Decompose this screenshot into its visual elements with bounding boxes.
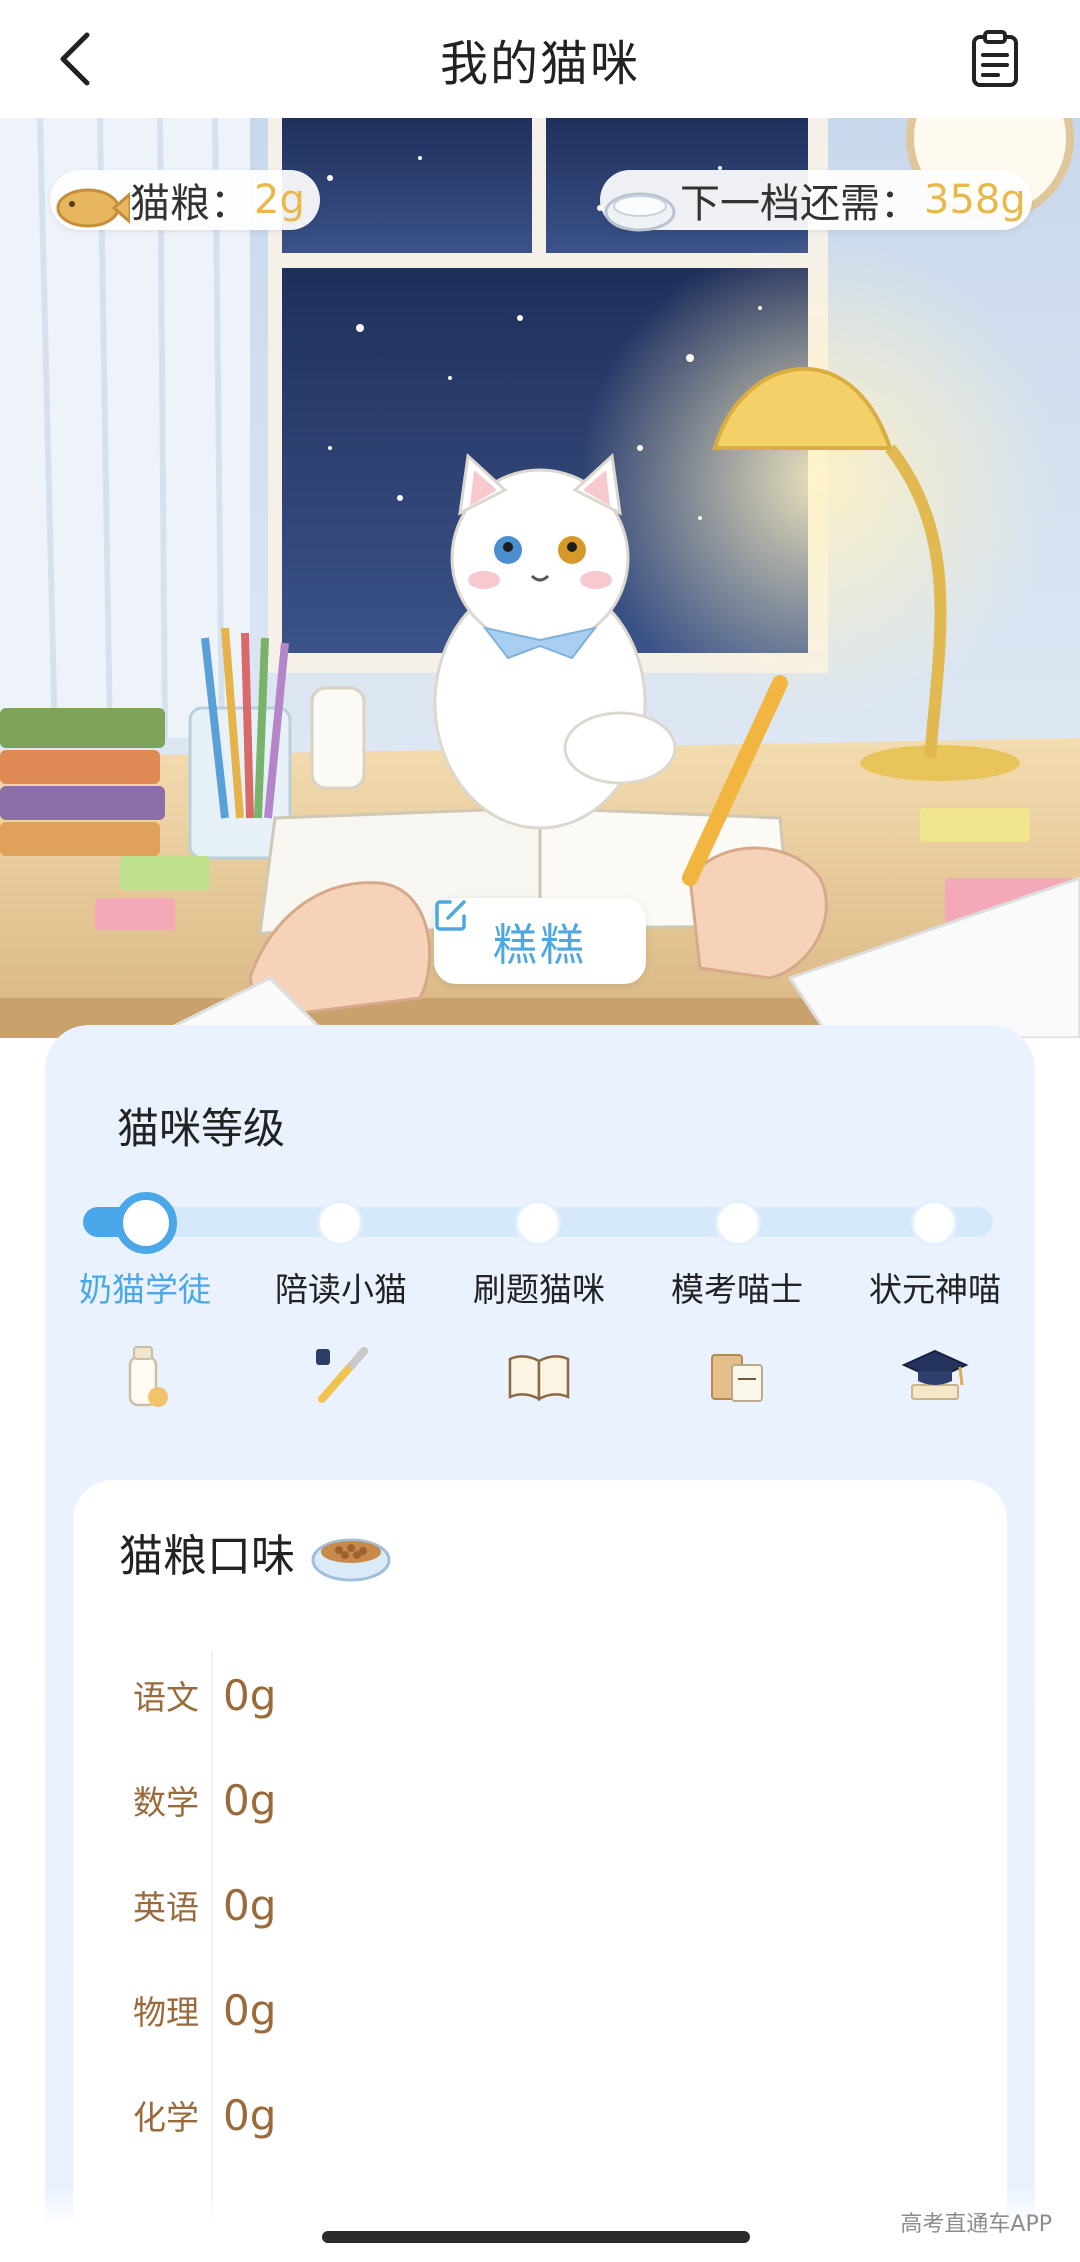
flavor-amount: 0g xyxy=(223,1670,277,1720)
back-button[interactable] xyxy=(30,14,120,104)
level-stage-4[interactable]: 模考喵士 xyxy=(637,1263,837,1411)
flavor-subject: 英语 xyxy=(133,1888,199,1927)
level-stage-label: 陪读小猫 xyxy=(275,1270,407,1309)
level-stage-label: 刷题猫咪 xyxy=(473,1270,605,1309)
flavor-amount: 0g xyxy=(223,1985,277,2035)
next-level-counter: 下一档还需： 358g xyxy=(600,170,1032,232)
level-stage-1[interactable]: 奶猫学徒 xyxy=(45,1263,245,1411)
flavor-row: 英语 0g xyxy=(133,1875,276,1935)
flavor-subject: 语文 xyxy=(133,1678,199,1717)
watermark: 高考直通车APP xyxy=(900,2212,1052,2237)
flavor-subject: 数学 xyxy=(133,1783,199,1822)
level-stage-label: 模考喵士 xyxy=(671,1270,803,1309)
level-stage-2[interactable]: 陪读小猫 xyxy=(241,1263,441,1411)
level-stage-label: 状元神喵 xyxy=(869,1270,1001,1309)
milk-bottle-icon xyxy=(128,1346,168,1407)
flavor-card: 猫粮口味 语文 0g 数学 0g 英语 0g 物理 0g 化学 0g xyxy=(73,1480,1007,2250)
cat-scene: 猫粮： 2g 下一档还需： 358g 糕糕 xyxy=(0,118,1080,1038)
graduation-cap-icon xyxy=(901,1349,969,1400)
cat-page: 我的猫咪 猫粮： 2g 下一档还需： 358g 糕糕 猫咪等级 奶猫学徒 陪读小… xyxy=(0,0,1080,2262)
cat-food-value: 2g xyxy=(254,177,305,223)
cat-food-counter: 猫粮： 2g xyxy=(50,170,320,230)
flavor-row: 化学 0g xyxy=(133,2085,276,2145)
cat-food-label: 猫粮： xyxy=(130,181,250,227)
pen-icon xyxy=(316,1347,368,1403)
top-bar: 我的猫咪 xyxy=(0,0,1080,118)
flavor-title: 猫粮口味 xyxy=(119,1520,393,1584)
flavor-title-text: 猫粮口味 xyxy=(119,1531,295,1582)
flavor-subject: 化学 xyxy=(133,2098,199,2137)
flavor-amount: 0g xyxy=(223,2090,277,2140)
flavor-row: 数学 0g xyxy=(133,1770,276,1830)
flavor-divider xyxy=(211,1650,213,2250)
level-title: 猫咪等级 xyxy=(117,1104,286,1153)
fish-snack-icon xyxy=(56,188,130,228)
level-node-2 xyxy=(317,1200,363,1246)
records-button[interactable] xyxy=(950,14,1040,104)
level-node-5 xyxy=(911,1200,957,1246)
chevron-left-icon xyxy=(60,32,90,86)
edit-icon[interactable] xyxy=(434,898,468,932)
food-bowl-icon xyxy=(311,1538,391,1582)
flavor-row: 语文 0g xyxy=(133,1665,276,1725)
home-indicator[interactable] xyxy=(322,2231,750,2243)
cat-name: 糕糕 xyxy=(493,920,587,971)
level-node-1 xyxy=(115,1192,177,1254)
flavor-row: 物理 0g xyxy=(133,1980,276,2040)
open-book-icon xyxy=(508,1355,570,1402)
flavor-subject: 物理 xyxy=(133,1993,199,2032)
level-stage-5[interactable]: 状元神喵 xyxy=(835,1263,1035,1411)
level-node-3 xyxy=(515,1200,561,1246)
food-bowl-icon xyxy=(604,192,676,232)
flavor-amount: 0g xyxy=(223,1775,277,1825)
level-stage-label: 奶猫学徒 xyxy=(79,1270,211,1309)
cat-name-tag[interactable]: 糕糕 xyxy=(434,898,646,984)
page-title: 我的猫咪 xyxy=(439,36,640,92)
level-stage-3[interactable]: 刷题猫咪 xyxy=(439,1263,639,1411)
paper-bag-icon xyxy=(711,1354,763,1402)
next-level-label: 下一档还需： xyxy=(680,181,920,227)
next-level-value: 358g xyxy=(924,177,1026,223)
level-node-4 xyxy=(715,1200,761,1246)
clipboard-icon xyxy=(972,30,1018,87)
flavor-amount: 0g xyxy=(223,1880,277,1930)
